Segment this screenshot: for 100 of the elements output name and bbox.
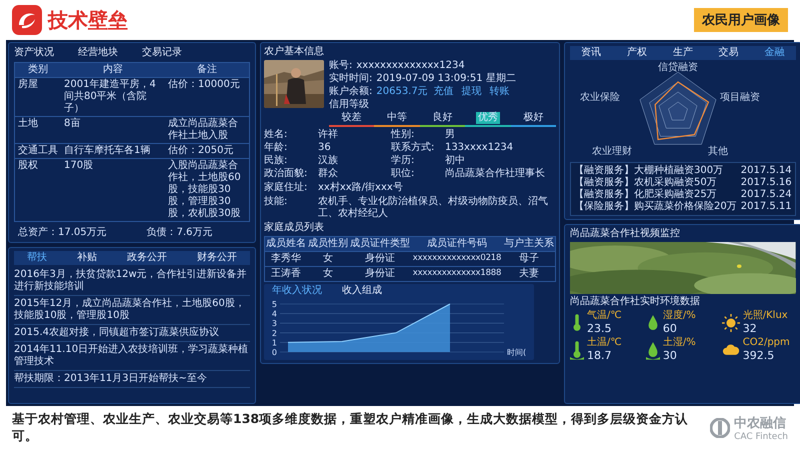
table-cell: xxxxxxxxxxxxxx0218 <box>411 251 503 266</box>
table-cell: 成立尚品蔬菜合作社土地入股 <box>165 116 249 143</box>
soil-thermometer-icon <box>570 340 584 360</box>
table-cell: 母子 <box>503 251 555 266</box>
table-cell: 身份证 <box>349 251 411 266</box>
news-date: 2017.5.24 <box>740 189 792 201</box>
total-assets-text: 总资产：17.05万元 <box>18 227 107 239</box>
radar-label: 项目融资 <box>720 92 760 104</box>
news-date: 2017.5.16 <box>740 177 792 189</box>
sensor-label: 土温/℃ <box>587 337 622 350</box>
field-value: 汉族 <box>318 155 338 167</box>
table-cell: xxxxxxxxxxxxxx1888 <box>411 266 503 281</box>
tick-label: 1 <box>272 338 277 348</box>
field-label: 年龄: <box>264 142 288 154</box>
field-label: 技能: <box>264 196 288 209</box>
credit-level: 中等 <box>386 112 408 124</box>
field-label: 学历: <box>390 155 416 167</box>
panel-title: 家庭成员列表 <box>264 222 325 234</box>
section-badge: 农民用户画像 <box>694 8 788 32</box>
tab[interactable]: 金融 <box>760 46 789 60</box>
tab[interactable]: 财务公开 <box>193 251 241 265</box>
sensor-label: 光照/Klux <box>742 310 788 322</box>
table-cell: 房屋 <box>15 77 61 116</box>
table-cell: 土地 <box>15 116 61 143</box>
credit-level: 良好 <box>432 112 454 124</box>
aid-record: 2014年11.10日开始进入农技培训班，学习蔬菜种植管理技术 <box>14 342 250 371</box>
time-label: 实时时间: <box>329 73 372 85</box>
action-link[interactable]: 提现 <box>460 86 484 98</box>
tab[interactable]: 经营地块 <box>78 46 126 60</box>
column-header: 内容 <box>61 63 165 77</box>
aid-record: 2015.4农超对接，同镇超市签订蔬菜供应协议 <box>14 325 250 342</box>
tab[interactable]: 年收入状况 <box>264 284 330 298</box>
axis-label: 时间( <box>507 348 526 357</box>
table-cell: 8亩 <box>61 116 165 143</box>
credit-level: 较差 <box>340 112 363 124</box>
tick-label: 0 <box>272 348 277 357</box>
sensor-value: 32 <box>742 322 758 336</box>
column-header: 成员证件号码 <box>411 237 503 251</box>
cloud-icon <box>722 343 740 356</box>
slide-title: 技术壁垒 <box>48 6 128 34</box>
sensor-value: 18.7 <box>587 349 612 362</box>
tab[interactable]: 交易记录 <box>142 46 190 60</box>
column-header: 备注 <box>165 63 249 77</box>
table-cell: 王涛香 <box>265 266 307 281</box>
sensor-value: 23.5 <box>587 322 612 336</box>
table-cell: 170股 <box>61 158 165 221</box>
news-item: 【保险服务】购买蔬菜价格保险20万 <box>574 201 737 213</box>
sensor-label: 土湿/% <box>662 337 696 350</box>
field-label: 姓名: <box>264 129 288 141</box>
sensor-value: 60 <box>662 322 678 336</box>
table-cell: 股权 <box>15 158 61 221</box>
tab[interactable]: 资产状况 <box>14 46 62 60</box>
news-date: 2017.5.11 <box>740 201 792 213</box>
tick-label: 2 <box>272 328 277 338</box>
tab[interactable]: 收入组成 <box>334 284 390 298</box>
news-item: 【融资服务】农机采购融资50万 <box>574 177 717 188</box>
sun-icon <box>722 314 740 332</box>
field-value: 许祥 <box>318 129 338 141</box>
field-label: 家庭住址: <box>264 182 308 194</box>
soil-drop-icon <box>646 340 660 360</box>
tab[interactable]: 帮扶 <box>23 251 51 265</box>
sensor-value: 392.5 <box>742 349 776 362</box>
field-value: 133xxxx1234 <box>444 142 514 154</box>
field-value: 男 <box>444 129 455 141</box>
table-cell: 身份证 <box>349 266 411 281</box>
field-label: 民族: <box>264 155 288 167</box>
time-text: 2019-07-09 13:09:51 星期二 <box>376 73 516 85</box>
table-cell: 入股尚品蔬菜合作社，土地股60股，技能股30股，管理股30股，农机股30股 <box>165 158 249 221</box>
tab[interactable]: 生产 <box>668 46 697 60</box>
credit-level: 极好 <box>522 112 544 124</box>
table-cell: 估价：10000元 <box>165 77 249 116</box>
liabilities-text: 负债：7.6万元 <box>146 227 213 239</box>
news-item: 【融资服务】化肥采购融资25万 <box>574 189 717 200</box>
column-header: 成员性别 <box>307 237 349 251</box>
action-link[interactable]: 充值 <box>432 86 456 98</box>
field-value: 群众 <box>318 168 338 180</box>
credit-label: 信用等级 <box>329 99 370 111</box>
field-label: 职位: <box>390 168 416 180</box>
field-value: 初中 <box>444 155 465 167</box>
tab[interactable]: 政务公开 <box>123 251 171 265</box>
sensor-label: 湿度/% <box>662 310 696 322</box>
panel-title: 农户基本信息 <box>264 46 325 58</box>
tab[interactable]: 交易 <box>714 46 743 60</box>
tab[interactable]: 补贴 <box>73 251 101 265</box>
radar-label: 信贷融资 <box>658 62 698 74</box>
brand-tagline: CAC Fintech <box>734 432 788 442</box>
radar-label: 农业保险 <box>580 92 620 104</box>
brand-logo-icon <box>710 418 730 438</box>
brand-name: 中农融信 <box>734 415 788 432</box>
tab[interactable]: 产权 <box>622 46 651 60</box>
table-cell: 夫妻 <box>503 266 555 281</box>
balance-value: 20653.7元 <box>376 86 428 98</box>
field-value: 36 <box>318 142 331 154</box>
aid-record: 帮扶期限：2013年11月3日开始帮扶~至今 <box>14 371 250 388</box>
panel-title: 尚品蔬菜合作社实时环境数据 <box>570 296 701 308</box>
action-link[interactable]: 转账 <box>488 86 512 98</box>
tab[interactable]: 资讯 <box>576 46 605 60</box>
news-date: 2017.5.14 <box>740 165 792 177</box>
balance-label: 账户余额: <box>329 86 372 98</box>
table-cell: 估价：2050元 <box>165 143 249 158</box>
